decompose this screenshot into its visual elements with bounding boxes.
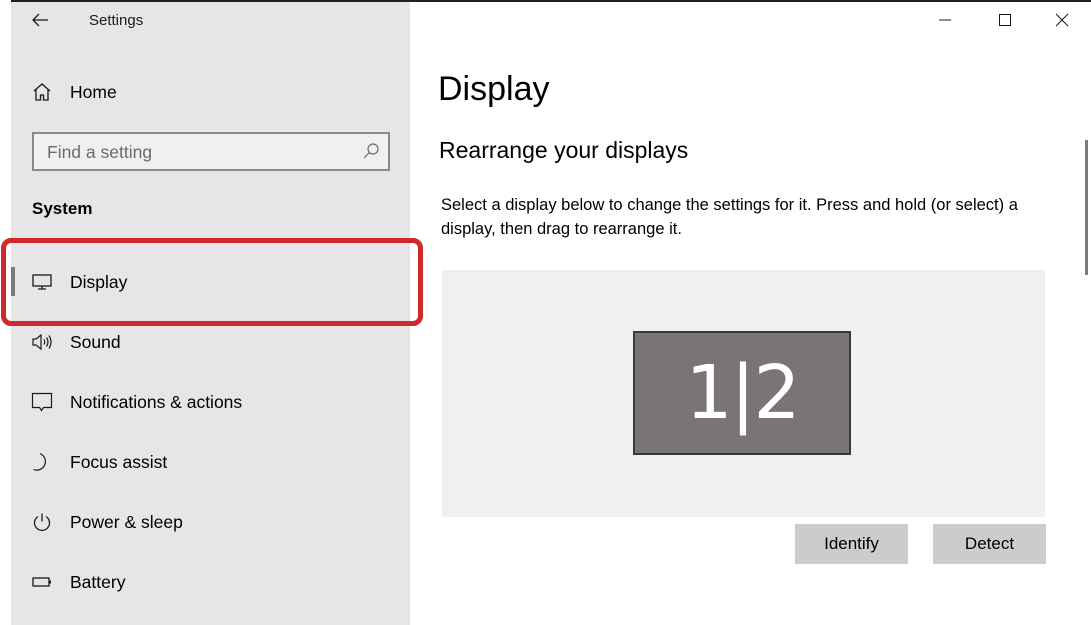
close-button[interactable] xyxy=(1050,8,1074,32)
sidebar-section-system: System xyxy=(32,199,93,218)
sidebar-item-label: Notifications & actions xyxy=(70,391,243,412)
annotation-highlight-box xyxy=(1,238,423,326)
moon-icon xyxy=(31,451,53,473)
close-icon xyxy=(1055,13,1069,27)
section-description: Select a display below to change the set… xyxy=(441,196,1018,238)
sidebar-item-notifications[interactable]: Notifications & actions xyxy=(11,372,410,432)
detect-button[interactable]: Detect xyxy=(933,524,1046,564)
identify-button[interactable]: Identify xyxy=(795,524,908,564)
sidebar-item-label: Sound xyxy=(70,331,121,352)
scrollbar-thumb[interactable] xyxy=(1085,140,1088,275)
sidebar-item-home[interactable]: Home xyxy=(11,62,410,122)
monitor-tile[interactable]: 1|2 xyxy=(633,331,851,455)
monitor-label: 1|2 xyxy=(685,350,800,436)
search-icon[interactable] xyxy=(362,142,380,160)
back-button[interactable] xyxy=(30,8,54,32)
sidebar-item-battery[interactable]: Battery xyxy=(11,552,410,612)
back-arrow-icon xyxy=(32,13,48,27)
search-placeholder: Find a setting xyxy=(47,142,153,162)
app-title: Settings xyxy=(89,12,144,29)
page-title: Display xyxy=(438,70,550,108)
battery-icon xyxy=(31,571,53,593)
minimize-icon xyxy=(939,19,951,21)
notification-icon xyxy=(31,391,53,413)
minimize-button[interactable] xyxy=(933,8,957,32)
section-title: Rearrange your displays xyxy=(439,137,689,163)
maximize-button[interactable] xyxy=(993,8,1017,32)
maximize-icon xyxy=(999,14,1011,26)
search-input[interactable]: Find a setting xyxy=(32,132,390,171)
sidebar-item-power-sleep[interactable]: Power & sleep xyxy=(11,492,410,552)
home-icon xyxy=(31,81,53,103)
speaker-icon xyxy=(31,331,53,353)
sidebar-item-label: Battery xyxy=(70,571,126,592)
power-icon xyxy=(31,511,53,533)
sidebar-item-focus-assist[interactable]: Focus assist xyxy=(11,432,410,492)
sidebar-item-label: Focus assist xyxy=(70,451,168,472)
sidebar-item-label: Home xyxy=(70,81,117,102)
sidebar-item-label: Power & sleep xyxy=(70,511,183,532)
